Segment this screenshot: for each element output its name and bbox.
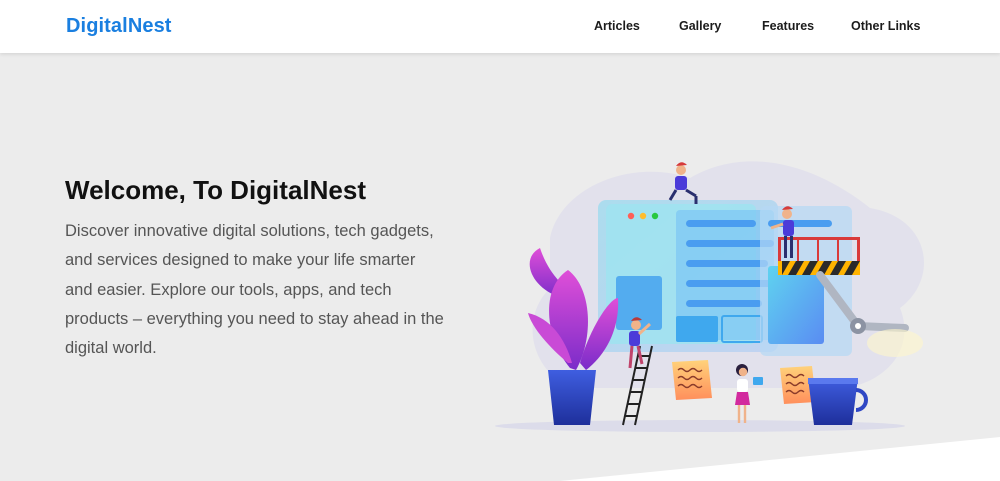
hero-section: Welcome, To DigitalNest Discover innovat… [0, 53, 1000, 481]
web-development-illustration [495, 161, 924, 432]
navbar: DigitalNest Articles Gallery Features Ot… [0, 0, 1000, 53]
nav-link-gallery[interactable]: Gallery [679, 19, 721, 33]
nav-link-features[interactable]: Features [762, 19, 814, 33]
nav-link-other-links[interactable]: Other Links [851, 19, 920, 33]
hero-title: Welcome, To DigitalNest [65, 175, 366, 205]
nav-link-articles[interactable]: Articles [594, 19, 640, 33]
hero-description: Discover innovative digital solutions, t… [65, 222, 444, 358]
nav-links: Articles Gallery Features Other Links [0, 19, 1000, 37]
